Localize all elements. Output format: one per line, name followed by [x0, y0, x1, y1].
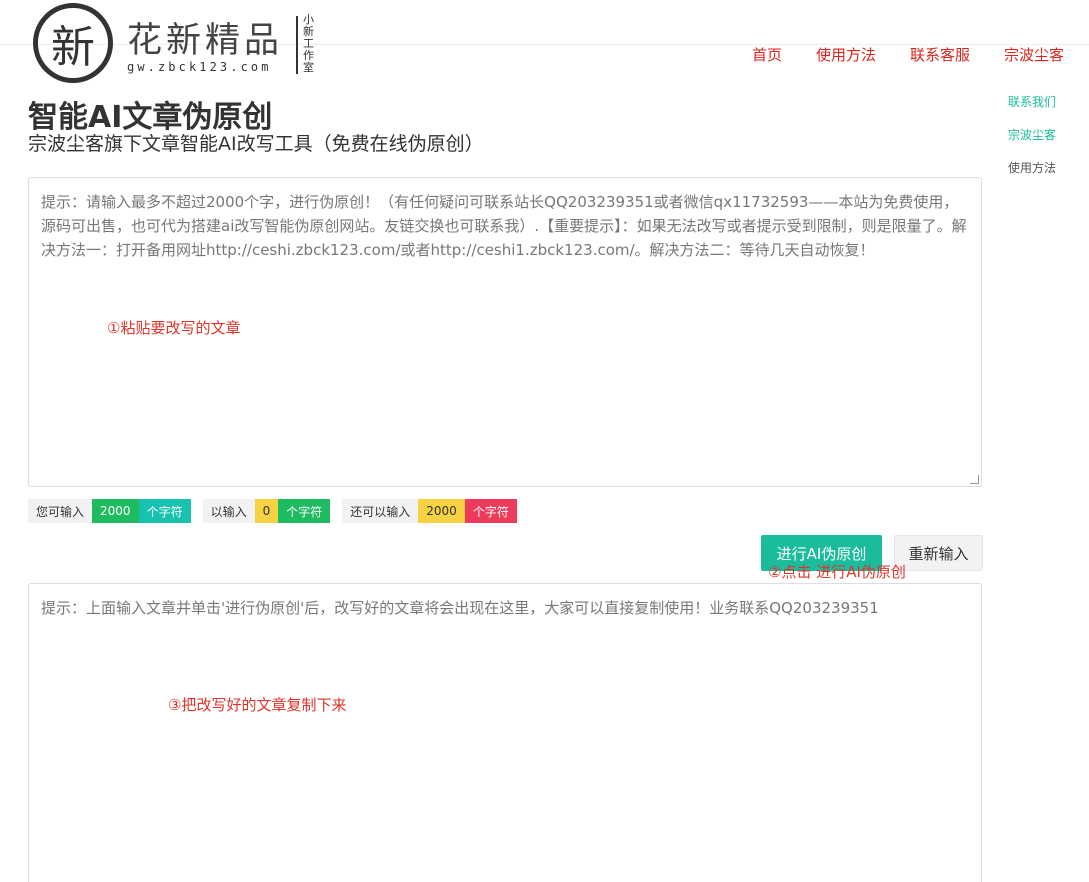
nav-zongbo[interactable]: 宗波尘客	[1004, 44, 1064, 66]
counter-available: 您可输入 2000 个字符	[28, 499, 191, 523]
logo-title: 花新精品	[127, 21, 284, 61]
article-output-textarea[interactable]: 提示：上面输入文章并单击'进行伪原创'后，改写好的文章将会出现在这里，大家可以直…	[28, 583, 982, 882]
click-annotation: ②点击 进行AI伪原创	[768, 563, 906, 581]
side-link-zongbo[interactable]: 宗波尘客	[1008, 126, 1056, 143]
page: 新 花新精品 gw.zbck123.com 小新工作室 首页 使用方法 联系客服…	[0, 0, 1089, 882]
counter-label: 以输入	[202, 499, 255, 523]
counter-label: 还可以输入	[342, 499, 419, 523]
counter-remaining: 还可以输入 2000 个字符	[342, 499, 517, 523]
paste-annotation: ①粘贴要改写的文章	[107, 319, 241, 337]
copy-annotation: ③把改写好的文章复制下来	[168, 696, 347, 714]
counter-unit: 个字符	[138, 499, 191, 523]
logo-url: gw.zbck123.com	[127, 60, 272, 74]
counter-label: 您可输入	[28, 499, 93, 523]
side-links: 联系我们 宗波尘客 使用方法	[1008, 93, 1056, 192]
output-placeholder: 提示：上面输入文章并单击'进行伪原创'后，改写好的文章将会出现在这里，大家可以直…	[41, 599, 879, 617]
logo-divider	[296, 16, 298, 74]
nav-home[interactable]: 首页	[752, 44, 782, 66]
side-link-contact-us[interactable]: 联系我们	[1008, 93, 1056, 110]
side-link-usage[interactable]: 使用方法	[1008, 159, 1056, 176]
counter-value: 2000	[92, 499, 139, 523]
logo-emblem: 新	[33, 3, 113, 83]
reset-button[interactable]: 重新输入	[894, 535, 983, 571]
nav-usage[interactable]: 使用方法	[816, 44, 876, 66]
site-logo[interactable]: 新 花新精品 gw.zbck123.com 小新工作室	[33, 0, 333, 86]
page-subtitle: 宗波尘客旗下文章智能AI改写工具（免费在线伪原创）	[28, 133, 484, 155]
counter-unit: 个字符	[278, 499, 331, 523]
main-nav: 首页 使用方法 联系客服 宗波尘客	[752, 44, 1064, 66]
resize-handle[interactable]	[970, 475, 979, 484]
character-counters: 您可输入 2000 个字符 以输入 0 个字符 还可以输入 2000 个字符	[28, 499, 529, 523]
input-placeholder: 提示：请输入最多不超过2000个字，进行伪原创！（有任何疑问可联系站长QQ203…	[41, 193, 967, 259]
nav-contact-support[interactable]: 联系客服	[910, 44, 970, 66]
counter-entered: 以输入 0 个字符	[202, 499, 331, 523]
logo-vertical-text: 小新工作室	[303, 13, 314, 74]
counter-value: 0	[254, 499, 279, 523]
counter-unit: 个字符	[464, 499, 517, 523]
counter-value: 2000	[418, 499, 465, 523]
